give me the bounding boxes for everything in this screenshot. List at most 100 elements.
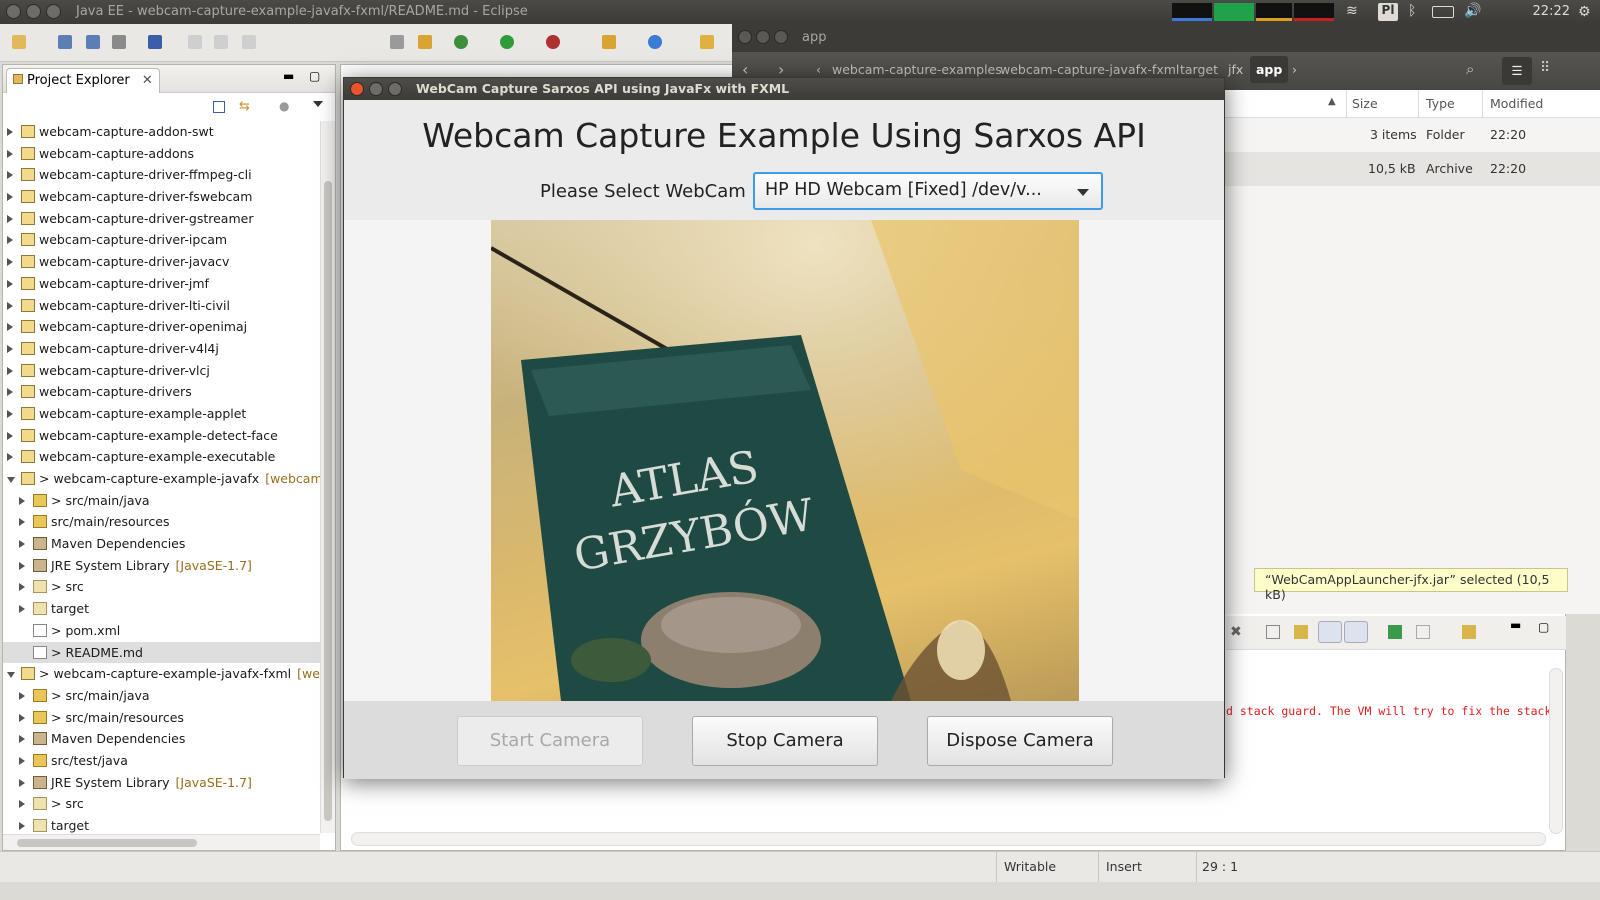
breadcrumb-1[interactable]: webcam-capture-javafx-fxml	[1000, 62, 1179, 77]
collapsed-arrow-icon[interactable]	[19, 561, 25, 570]
breadcrumb-2[interactable]: target	[1180, 62, 1218, 77]
start-camera-button[interactable]: Start Camera	[457, 716, 643, 766]
maximize-icon[interactable]	[46, 4, 61, 19]
collapsed-arrow-icon[interactable]	[7, 431, 13, 440]
list-view-icon[interactable]: ☰	[1502, 57, 1532, 85]
grid-view-icon[interactable]: ⠿	[1540, 60, 1550, 76]
clear-console-icon[interactable]	[1266, 625, 1280, 639]
column-modified[interactable]: Modified	[1490, 96, 1543, 111]
tree-item[interactable]: target	[3, 598, 321, 620]
collapsed-arrow-icon[interactable]	[7, 193, 13, 202]
scroll-lock-icon[interactable]	[1294, 625, 1308, 639]
clock[interactable]: 22:22	[1533, 4, 1570, 19]
collapse-all-icon[interactable]	[213, 101, 225, 113]
tree-item[interactable]: webcam-capture-addons	[3, 143, 321, 165]
scrollbar-thumb[interactable]	[324, 181, 332, 821]
tree-item[interactable]: webcam-capture-driver-javacv	[3, 251, 321, 273]
collapsed-arrow-icon[interactable]	[19, 822, 25, 830]
tree-item[interactable]: > pom.xml	[3, 620, 321, 642]
vertical-scrollbar[interactable]	[320, 121, 335, 833]
maximize-icon[interactable]	[388, 82, 402, 96]
tree-item[interactable]: webcam-capture-driver-lti-civil	[3, 295, 321, 317]
collapsed-arrow-icon[interactable]	[7, 453, 13, 462]
search-icon[interactable]: ⌕	[1466, 60, 1474, 78]
minimize-icon[interactable]	[756, 30, 770, 44]
tasks-icon[interactable]	[418, 35, 432, 49]
new-java-project-icon[interactable]	[602, 35, 616, 49]
skip-breakpoints-icon[interactable]	[148, 35, 162, 49]
collapsed-arrow-icon[interactable]	[7, 409, 13, 418]
console-scrollbar[interactable]	[1549, 668, 1563, 834]
focus-icon[interactable]: ●	[279, 99, 289, 113]
tree-item[interactable]: webcam-capture-example-applet	[3, 403, 321, 425]
collapsed-arrow-icon[interactable]	[7, 279, 13, 288]
tree-item[interactable]: webcam-capture-driver-jmf	[3, 273, 321, 295]
tree-item[interactable]: > webcam-capture-example-javafx-fxml [web…	[3, 663, 321, 685]
collapsed-arrow-icon[interactable]	[19, 496, 25, 505]
suspend-icon[interactable]	[214, 35, 228, 49]
link-with-editor-icon[interactable]: ⇆	[239, 99, 250, 114]
tree-item[interactable]: > webcam-capture-example-javafx [webcam-c…	[3, 468, 321, 490]
close-icon[interactable]	[350, 82, 364, 96]
remove-launches-icon[interactable]: ✖	[1230, 624, 1242, 640]
keyboard-layout-indicator[interactable]: Pl	[1378, 3, 1398, 21]
tree-item[interactable]: webcam-capture-driver-gstreamer	[3, 208, 321, 230]
build-icon[interactable]	[390, 35, 404, 49]
tree-item[interactable]: webcam-capture-driver-ffmpeg-cli	[3, 164, 321, 186]
collapsed-arrow-icon[interactable]	[19, 778, 25, 787]
collapsed-arrow-icon[interactable]	[19, 691, 25, 700]
maximize-icon[interactable]	[774, 30, 788, 44]
wifi-icon[interactable]: ≋	[1346, 3, 1358, 19]
run-icon[interactable]	[500, 35, 514, 49]
column-size[interactable]: Size	[1352, 96, 1378, 111]
open-console-icon[interactable]	[1462, 625, 1476, 639]
expanded-arrow-icon[interactable]	[7, 672, 15, 679]
collapsed-arrow-icon[interactable]	[7, 149, 13, 158]
new-icon[interactable]	[12, 35, 26, 49]
maximize-icon[interactable]: ▢	[1538, 620, 1549, 634]
path-right-arrow-icon[interactable]: ›	[1292, 62, 1297, 77]
tree-item[interactable]: > src/main/java	[3, 685, 321, 707]
minimize-icon[interactable]	[26, 4, 41, 19]
new-class-icon[interactable]	[648, 35, 662, 49]
tree-item[interactable]: webcam-capture-driver-vlcj	[3, 360, 321, 382]
power-icon[interactable]: ⚙	[1578, 4, 1591, 20]
breadcrumb-4[interactable]: app	[1250, 56, 1289, 83]
editor-horizontal-scrollbar[interactable]	[351, 832, 1546, 846]
tree-item[interactable]: > src	[3, 576, 321, 598]
collapsed-arrow-icon[interactable]	[19, 713, 25, 722]
tree-item[interactable]: src/test/java	[3, 750, 321, 772]
tree-item[interactable]: JRE System Library [JavaSE-1.7]	[3, 772, 321, 794]
collapsed-arrow-icon[interactable]	[19, 605, 25, 614]
show-stdout-icon[interactable]	[1318, 621, 1342, 643]
display-console-icon[interactable]	[1416, 625, 1430, 639]
collapsed-arrow-icon[interactable]	[19, 540, 25, 549]
tree-item[interactable]: webcam-capture-drivers	[3, 381, 321, 403]
tree-item[interactable]: webcam-capture-driver-openimaj	[3, 316, 321, 338]
minimize-icon[interactable]: ▬	[1510, 618, 1521, 632]
maximize-icon[interactable]: ▢	[309, 69, 320, 83]
pin-console-icon[interactable]	[1388, 625, 1402, 639]
resume-icon[interactable]	[188, 35, 202, 49]
collapsed-arrow-icon[interactable]	[7, 301, 13, 310]
scrollbar-thumb[interactable]	[17, 839, 197, 847]
minimize-icon[interactable]	[369, 82, 383, 96]
bluetooth-icon[interactable]: ᛒ	[1408, 3, 1416, 19]
stop-camera-button[interactable]: Stop Camera	[692, 716, 878, 766]
view-menu-icon[interactable]	[313, 101, 323, 107]
collapsed-arrow-icon[interactable]	[19, 518, 25, 527]
tree-item[interactable]: src/main/resources	[3, 511, 321, 533]
collapsed-arrow-icon[interactable]	[7, 258, 13, 267]
tree-item[interactable]: > src	[3, 793, 321, 815]
collapsed-arrow-icon[interactable]	[19, 800, 25, 809]
collapsed-arrow-icon[interactable]	[7, 323, 13, 332]
tree-item[interactable]: target	[3, 815, 321, 833]
collapsed-arrow-icon[interactable]	[7, 366, 13, 375]
tree-item[interactable]: > src/main/java	[3, 490, 321, 512]
tab-project-explorer[interactable]: Project Explorer ✕	[6, 68, 160, 93]
tree-item[interactable]: webcam-capture-driver-v4l4j	[3, 338, 321, 360]
tree-item[interactable]: Maven Dependencies	[3, 533, 321, 555]
tree-item[interactable]: JRE System Library [JavaSE-1.7]	[3, 555, 321, 577]
battery-icon[interactable]	[1432, 6, 1454, 18]
tree-item[interactable]: webcam-capture-addon-swt	[3, 121, 321, 143]
